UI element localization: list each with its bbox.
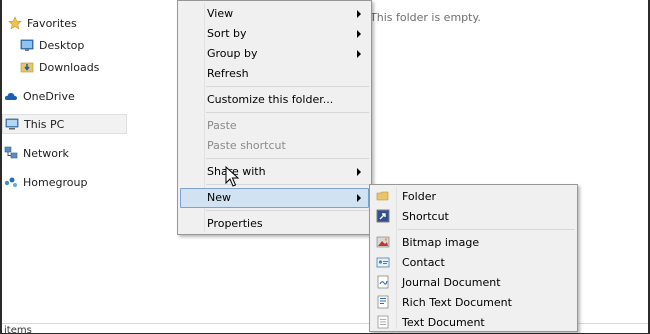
nav-label-favorites: Favorites — [27, 16, 77, 30]
menu-item-view[interactable]: View — [180, 4, 369, 24]
nav-label-homegroup: Homegroup — [23, 175, 88, 189]
status-bar-text: items — [4, 325, 32, 334]
mouse-cursor-icon — [225, 165, 240, 188]
nav-item-onedrive[interactable]: OneDrive — [4, 86, 75, 106]
bitmap-image-icon — [376, 235, 390, 249]
menu-item-share-with[interactable]: Share with — [180, 162, 369, 182]
submenu-label-text: Text Document — [402, 316, 485, 329]
desktop-icon — [20, 38, 34, 52]
downloads-folder-icon — [20, 60, 34, 74]
menu-label-paste-shortcut: Paste shortcut — [207, 139, 286, 152]
submenu-arrow-icon — [357, 168, 361, 176]
menu-item-paste-shortcut: Paste shortcut — [180, 136, 369, 156]
menu-label-group-by: Group by — [207, 47, 258, 60]
menu-item-customize-folder[interactable]: Customize this folder... — [180, 90, 369, 110]
submenu-item-rich-text[interactable]: Rich Text Document — [372, 293, 575, 313]
menu-item-refresh[interactable]: Refresh — [180, 64, 369, 84]
nav-label-downloads: Downloads — [39, 60, 100, 74]
nav-label-network: Network — [23, 146, 69, 160]
menu-separator — [206, 210, 369, 211]
submenu-item-folder[interactable]: Folder — [372, 187, 575, 207]
nav-label-onedrive: OneDrive — [23, 89, 75, 103]
folder-icon — [376, 189, 390, 203]
nav-item-favorites[interactable]: Favorites — [8, 13, 77, 33]
rich-text-document-icon — [376, 295, 390, 309]
submenu-arrow-icon — [357, 194, 361, 202]
menu-label-paste: Paste — [207, 119, 237, 132]
submenu-label-contact: Contact — [402, 256, 445, 269]
submenu-label-journal: Journal Document — [402, 276, 501, 289]
menu-item-paste: Paste — [180, 116, 369, 136]
menu-separator — [206, 158, 369, 159]
star-icon — [8, 16, 22, 30]
submenu-item-journal[interactable]: Journal Document — [372, 273, 575, 293]
submenu-arrow-icon — [357, 10, 361, 18]
menu-item-group-by[interactable]: Group by — [180, 44, 369, 64]
text-document-icon — [376, 315, 390, 329]
navigation-pane: Favorites Desktop Downloads OneDrive Thi… — [2, 0, 130, 326]
menu-label-new: New — [207, 191, 231, 204]
nav-item-this-pc[interactable]: This PC — [2, 114, 127, 134]
menu-label-view: View — [207, 7, 234, 20]
menu-label-sort-by: Sort by — [207, 27, 247, 40]
nav-label-this-pc: This PC — [24, 117, 65, 131]
cloud-icon — [4, 89, 18, 103]
empty-folder-message: This folder is empty. — [370, 11, 481, 24]
journal-document-icon — [376, 275, 390, 289]
network-icon — [4, 146, 18, 160]
submenu-item-bitmap[interactable]: Bitmap image — [372, 233, 575, 253]
menu-separator — [206, 86, 369, 87]
menu-item-new[interactable]: New — [180, 188, 369, 208]
submenu-arrow-icon — [357, 50, 361, 58]
nav-label-desktop: Desktop — [39, 38, 85, 52]
submenu-item-text[interactable]: Text Document — [372, 313, 575, 333]
nav-item-network[interactable]: Network — [4, 143, 69, 163]
submenu-label-bitmap: Bitmap image — [402, 236, 480, 249]
menu-label-refresh: Refresh — [207, 67, 249, 80]
nav-item-homegroup[interactable]: Homegroup — [4, 172, 87, 192]
nav-item-downloads[interactable]: Downloads — [20, 57, 99, 77]
submenu-label-shortcut: Shortcut — [402, 210, 449, 223]
context-menu: View Sort by Group by Refresh Customize … — [177, 0, 372, 235]
menu-separator — [206, 112, 369, 113]
submenu-label-rich-text: Rich Text Document — [402, 296, 512, 309]
new-submenu: Folder Shortcut Bitmap image Contact Jou… — [369, 184, 578, 332]
homegroup-icon — [4, 175, 18, 189]
menu-label-properties: Properties — [207, 217, 263, 230]
computer-icon — [5, 117, 19, 131]
submenu-label-folder: Folder — [402, 190, 436, 203]
submenu-item-contact[interactable]: Contact — [372, 253, 575, 273]
nav-item-desktop[interactable]: Desktop — [20, 35, 84, 55]
menu-label-customize: Customize this folder... — [207, 93, 334, 106]
menu-item-properties[interactable]: Properties — [180, 214, 369, 234]
menu-separator — [398, 229, 575, 230]
shortcut-icon — [376, 209, 390, 223]
contact-card-icon — [376, 255, 390, 269]
submenu-arrow-icon — [357, 30, 361, 38]
menu-item-sort-by[interactable]: Sort by — [180, 24, 369, 44]
submenu-item-shortcut[interactable]: Shortcut — [372, 207, 575, 227]
